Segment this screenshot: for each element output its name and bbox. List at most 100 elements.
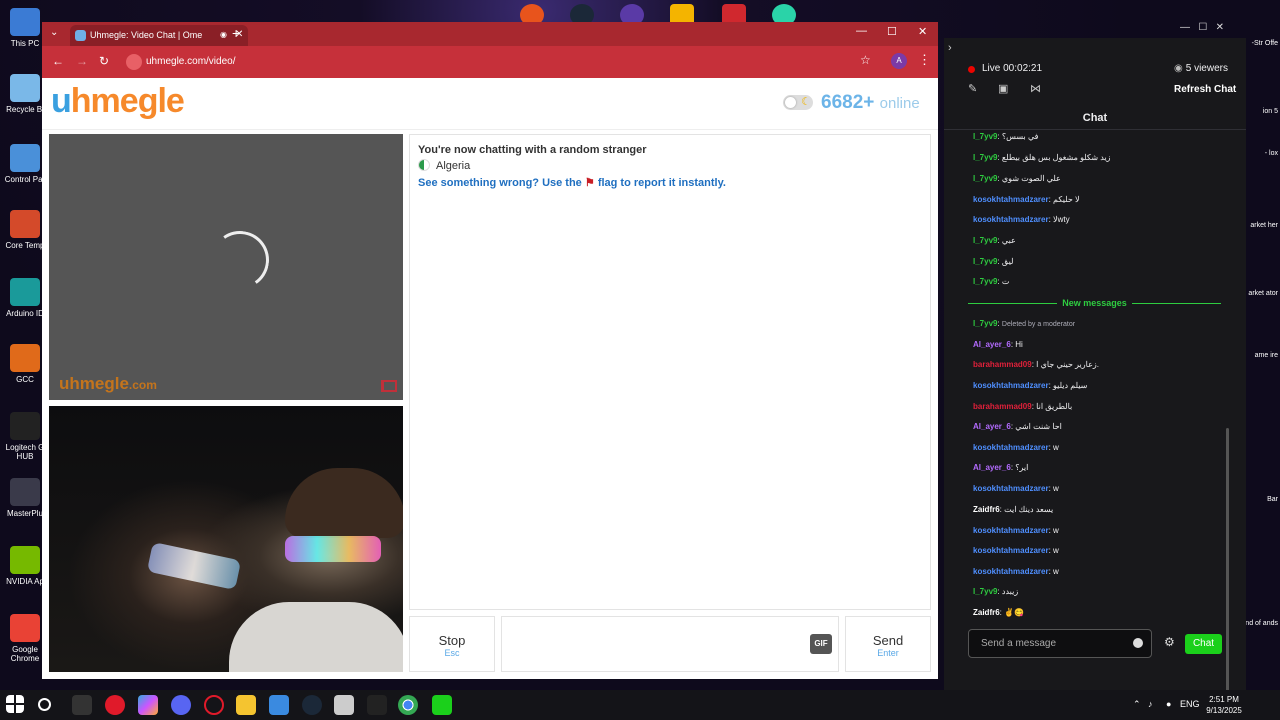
chat-message: barahammad09: زعارير حيني جاي ا. (973, 360, 1099, 369)
clock[interactable]: 2:51 PM 9/13/2025 (1199, 694, 1249, 716)
tab-search-icon[interactable]: ⌄ (50, 27, 58, 38)
stop-button[interactable]: Stop Esc (409, 616, 495, 672)
stream-chat-panel: › Live 00:02:21 ◉ 5 viewers ✎ ▣ ⋈ Refresh… (944, 38, 1246, 708)
tray-chevron-icon[interactable]: ⌃ (1133, 699, 1141, 710)
chat-username[interactable]: Zaidfr6 (973, 608, 1000, 617)
steam-icon[interactable] (302, 695, 322, 715)
file-explorer-icon[interactable] (236, 695, 256, 715)
desktop-right-icon[interactable]: -Str Offe (1242, 40, 1280, 48)
back-icon[interactable]: ← (52, 54, 64, 68)
clip-icon[interactable]: ▣ (998, 82, 1008, 95)
red-flag-icon[interactable]: ⚑ (585, 177, 595, 189)
chat-scrollbar[interactable] (1226, 428, 1229, 708)
chat-username[interactable]: barahammad09 (973, 402, 1032, 411)
theme-toggle[interactable]: ☾ (783, 95, 813, 110)
mic-icon[interactable]: ● (1166, 699, 1171, 709)
chat-username[interactable]: l_7yv9 (973, 587, 997, 596)
share-icon[interactable]: ⋈ (1030, 82, 1041, 95)
send-button[interactable]: Send Enter (845, 616, 931, 672)
desktop-app-icon (10, 144, 40, 172)
send-message-input[interactable]: Send a message (968, 629, 1152, 658)
emote-icon[interactable] (1133, 638, 1143, 648)
chat-username[interactable]: l_7yv9 (973, 257, 997, 266)
edit-icon[interactable]: ✎ (968, 82, 977, 95)
chat-username[interactable]: Al_ayer_6 (973, 422, 1011, 431)
language-indicator[interactable]: ENG (1180, 699, 1200, 709)
new-messages-divider: New messages (968, 298, 1221, 310)
desktop-right-label: - lox (1264, 150, 1278, 157)
taskbar-app-1-icon[interactable] (72, 695, 92, 715)
chat-username[interactable]: barahammad09 (973, 360, 1032, 369)
opera-gx-icon[interactable] (204, 695, 224, 715)
desktop-right-icon[interactable]: nd of ands (1242, 620, 1280, 628)
chat-send-button[interactable]: Chat (1185, 634, 1222, 654)
online-label: online (879, 95, 920, 112)
profile-avatar[interactable]: A (891, 53, 907, 69)
site-info-icon[interactable] (126, 54, 142, 70)
desktop-right-label: Bar (1267, 496, 1278, 503)
chat-username[interactable]: kosokhtahmadzarer (973, 443, 1049, 452)
collapse-chevron-icon[interactable]: › (948, 42, 952, 54)
desktop-app-icon (10, 344, 40, 372)
chrome-icon[interactable] (398, 695, 418, 715)
chat-username[interactable]: kosokhtahmadzarer (973, 195, 1049, 204)
discord-icon[interactable] (171, 695, 191, 715)
chat-text: عبي (1001, 236, 1016, 245)
chat-username[interactable]: l_7yv9 (973, 236, 997, 245)
chat-username[interactable]: l_7yv9 (973, 174, 997, 183)
desktop-right-icon[interactable]: ame ire (1242, 352, 1280, 360)
microsoft-store-icon[interactable] (269, 695, 289, 715)
browser-menu-icon[interactable]: ⋮ (918, 52, 931, 68)
desktop-right-icon[interactable]: - lox (1242, 150, 1280, 158)
opera-icon[interactable] (105, 695, 125, 715)
chat-username[interactable]: Al_ayer_6 (973, 463, 1011, 472)
gif-button[interactable]: GIF (810, 634, 832, 654)
message-input[interactable]: GIF (501, 616, 839, 672)
audio-playing-icon[interactable]: ◉ (220, 30, 227, 39)
chat-username[interactable]: l_7yv9 (973, 319, 997, 328)
report-flag-icon[interactable] (381, 380, 397, 392)
search-icon[interactable] (38, 698, 51, 711)
start-icon[interactable] (6, 695, 24, 713)
taskbar: ⌃ ♪ ● ENG 2:51 PM 9/13/2025 (0, 690, 1280, 720)
chat-username[interactable]: kosokhtahmadzarer (973, 381, 1049, 390)
chat-username[interactable]: Al_ayer_6 (973, 340, 1011, 349)
streaming-app-icon[interactable] (432, 695, 452, 715)
close-window-icon[interactable]: ✕ (918, 25, 927, 38)
chat-username[interactable]: kosokhtahmadzarer (973, 567, 1049, 576)
desktop-right-icon[interactable]: arket ator (1242, 290, 1280, 298)
chat-heading: Chat (944, 110, 1246, 130)
desktop-app-icon (10, 8, 40, 36)
address-bar[interactable]: uhmegle.com/video/ (124, 52, 884, 72)
chat-text: زيبدد (1001, 587, 1019, 596)
capcut-icon[interactable] (367, 695, 387, 715)
uhmegle-logo[interactable]: uhmegle (51, 82, 185, 121)
settings-gear-icon[interactable]: ⚙ (1164, 635, 1175, 649)
report-notice: See something wrong? Use the ⚑ flag to r… (418, 177, 726, 189)
chat-message: kosokhtahmadzarer: w (973, 567, 1059, 576)
chat-username[interactable]: kosokhtahmadzarer (973, 526, 1049, 535)
stranger-country: Algeria (418, 159, 470, 172)
chat-username[interactable]: kosokhtahmadzarer (973, 546, 1049, 555)
chat-username[interactable]: Zaidfr6 (973, 505, 1000, 514)
panel-window-controls[interactable]: — ☐ ✕ (1180, 22, 1224, 33)
forward-icon[interactable]: → (76, 54, 88, 68)
volume-icon[interactable]: ♪ (1148, 699, 1153, 709)
minimize-icon[interactable]: — (856, 25, 867, 37)
reload-icon[interactable]: ↻ (99, 54, 109, 68)
chat-username[interactable]: kosokhtahmadzarer (973, 215, 1049, 224)
chat-username[interactable]: kosokhtahmadzarer (973, 484, 1049, 493)
bookmark-star-icon[interactable]: ☆ (860, 53, 871, 67)
desktop-right-icon[interactable]: Bar (1242, 496, 1280, 504)
chat-username[interactable]: l_7yv9 (973, 277, 997, 286)
chat-username[interactable]: l_7yv9 (973, 132, 997, 141)
tab-uhmegle[interactable]: Uhmegle: Video Chat | Ome ◉ ✕ (70, 25, 248, 46)
new-tab-button[interactable]: + (232, 25, 240, 41)
desktop-right-icon[interactable]: ion 5 (1242, 108, 1280, 116)
copilot-icon[interactable] (138, 695, 158, 715)
desktop-right-icon[interactable]: arket her (1242, 222, 1280, 230)
taskbar-app-2-icon[interactable] (334, 695, 354, 715)
chat-username[interactable]: l_7yv9 (973, 153, 997, 162)
maximize-icon[interactable]: ☐ (887, 25, 897, 38)
refresh-chat-button[interactable]: Refresh Chat (1174, 84, 1236, 95)
